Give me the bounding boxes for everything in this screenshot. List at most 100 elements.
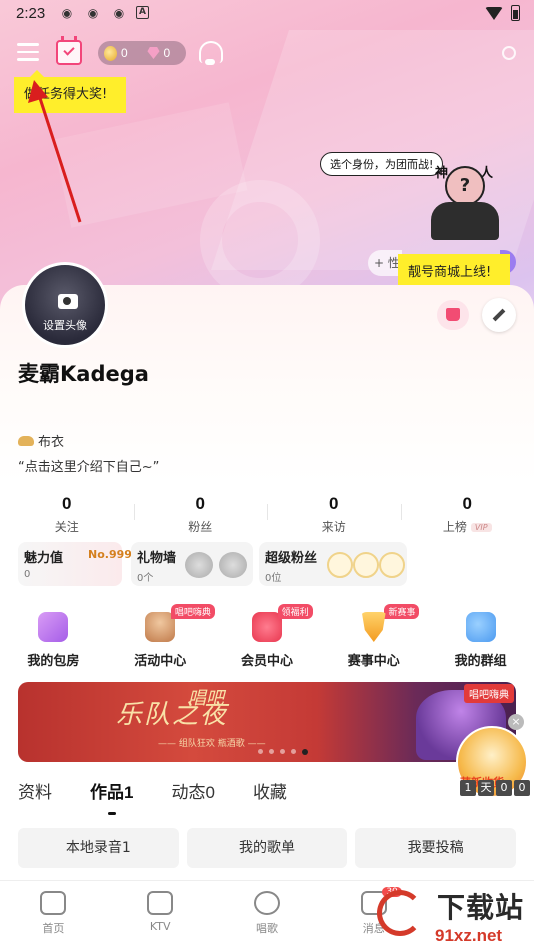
fan-medal-icon (327, 552, 353, 578)
tab-works[interactable]: 作品1 (90, 778, 133, 815)
fan-medal-icon (379, 552, 405, 578)
stat-followers[interactable]: 0 粉丝 (133, 494, 268, 538)
countdown-digit: 0 (514, 780, 530, 796)
menu-button[interactable] (17, 43, 39, 61)
currency-pill[interactable]: 0 0 (98, 41, 186, 65)
page-dot[interactable] (291, 749, 296, 754)
watermark-title: 下载站 (437, 891, 525, 924)
gem-count: 0 (163, 46, 171, 60)
gem-icon (147, 47, 160, 59)
stat-label: 关注 (54, 520, 79, 534)
character-sticker[interactable]: 神 人 ? (425, 158, 505, 242)
service-label: 我的群组 (454, 654, 507, 669)
tv-icon (147, 891, 174, 915)
works-subtabs: 本地录音1 我的歌单 我要投稿 (18, 828, 517, 868)
site-watermark: 下载站 91xz.net (377, 886, 534, 950)
set-avatar-label: 设置头像 (43, 319, 87, 332)
profile-tabs: 资料 作品1 动态0 收藏 (18, 778, 325, 815)
charm-value: 0 (24, 569, 31, 580)
coin-icon (104, 45, 117, 61)
service-my-room[interactable]: 我的包房 (0, 600, 107, 678)
edit-profile-button[interactable] (482, 298, 516, 332)
nav-sing[interactable]: 唱歌 (214, 881, 321, 950)
nav-label: 唱歌 (255, 922, 278, 935)
page-dot[interactable] (258, 749, 263, 754)
promo-banner[interactable]: 唱吧 乐队之夜 —— 组队狂欢 瓶酒歌 —— 唱吧嗨典 (18, 682, 516, 762)
stat-value: 0 (462, 494, 472, 513)
my-playlist-button[interactable]: 我的歌单 (186, 828, 348, 868)
countdown-unit: 天 (478, 780, 494, 796)
level-hat-icon (18, 435, 34, 446)
customer-service-headset-button[interactable] (199, 41, 223, 65)
watermark-logo (377, 890, 423, 936)
task-tooltip[interactable]: 做任务得大奖! (14, 70, 126, 113)
status-bar: 2:23 ◉ ◉ ◉ A (0, 0, 534, 28)
settings-icon[interactable] (502, 46, 516, 60)
level-row[interactable]: 布衣 (18, 431, 64, 450)
service-vip-center[interactable]: 领福利 会员中心 (214, 600, 321, 678)
tab-info[interactable]: 资料 (18, 778, 52, 803)
stat-value: 0 (195, 494, 205, 513)
nav-label: 首页 (42, 922, 65, 935)
super-fans-card[interactable]: 超级粉丝 0位 (259, 542, 407, 586)
gender-tag-button[interactable]: + 性 (368, 250, 402, 276)
shop-bag-button[interactable] (437, 300, 469, 330)
bio-text[interactable]: “点击这里介绍下自己~” (18, 456, 159, 475)
service-label: 我的包房 (27, 654, 80, 669)
gift-wall-card[interactable]: 礼物墙 0个 (131, 542, 253, 586)
countdown-digit: 0 (496, 780, 512, 796)
watermark-url: 91xz.net (435, 926, 503, 945)
service-label: 会员中心 (240, 654, 293, 669)
stat-visitors[interactable]: 0 来访 (267, 494, 401, 538)
gift-icon (185, 552, 213, 578)
notification-icons: ◉ ◉ ◉ A (58, 6, 149, 20)
tab-favorites[interactable]: 收藏 (253, 778, 287, 803)
service-grid: 我的包房 唱吧嗨典 活动中心 领福利 会员中心 新赛事 赛事中心 我的群组 (0, 600, 534, 678)
nav-home[interactable]: 首页 (0, 881, 107, 950)
tab-posts[interactable]: 动态0 (171, 778, 214, 803)
banner-subtitle: —— 组队狂欢 瓶酒歌 —— (158, 739, 266, 749)
promo-countdown: 1 天 0 0 (460, 780, 530, 796)
system-icons (485, 5, 520, 21)
cup-icon (361, 612, 386, 642)
menu-icon (17, 43, 39, 46)
service-competition-center[interactable]: 新赛事 赛事中心 (320, 600, 427, 678)
weibo-icon: ◉ (87, 6, 99, 20)
vip-tag: VIP (470, 523, 492, 532)
service-tag: 领福利 (277, 604, 313, 619)
nav-ktv[interactable]: KTV (107, 881, 214, 950)
daily-task-calendar-button[interactable] (56, 36, 82, 65)
page-dot[interactable] (269, 749, 274, 754)
service-my-groups[interactable]: 我的群组 (427, 600, 534, 678)
calendar-check-icon (63, 44, 75, 56)
stat-label: 来访 (321, 520, 346, 534)
level-label: 布衣 (38, 435, 65, 450)
status-time: 2:23 (16, 5, 46, 22)
avatar[interactable]: 设置头像 (22, 262, 108, 348)
fan-medal-icon (353, 552, 379, 578)
stat-ranking[interactable]: 0 上榜 VIP (400, 494, 534, 538)
service-activity-center[interactable]: 唱吧嗨典 活动中心 (107, 600, 215, 678)
stat-value: 0 (329, 494, 339, 513)
charm-card[interactable]: 魅力值 No.999+ 0 (18, 542, 141, 586)
sticker-body (431, 202, 499, 240)
submit-work-button[interactable]: 我要投稿 (355, 828, 517, 868)
local-recordings-button[interactable]: 本地录音1 (18, 828, 179, 868)
banner-title: 乐队之夜 (116, 700, 229, 730)
stat-value: 0 (62, 494, 72, 513)
hero-decoration (200, 180, 320, 300)
page-dot-active[interactable] (302, 749, 308, 755)
camera-icon (58, 294, 78, 309)
stat-label: 上榜 VIP (401, 518, 534, 535)
battery-icon (511, 5, 520, 21)
app-a-icon: A (136, 6, 149, 19)
microphone-icon (253, 891, 280, 915)
sticker-face: ? (445, 166, 485, 206)
banner-pagination (258, 749, 308, 755)
countdown-digit: 1 (460, 780, 476, 796)
group-icon (465, 612, 496, 642)
close-icon[interactable]: × (508, 714, 524, 730)
page-dot[interactable] (280, 749, 285, 754)
music-note-icon (40, 891, 67, 915)
stat-following[interactable]: 0 关注 (0, 494, 134, 538)
